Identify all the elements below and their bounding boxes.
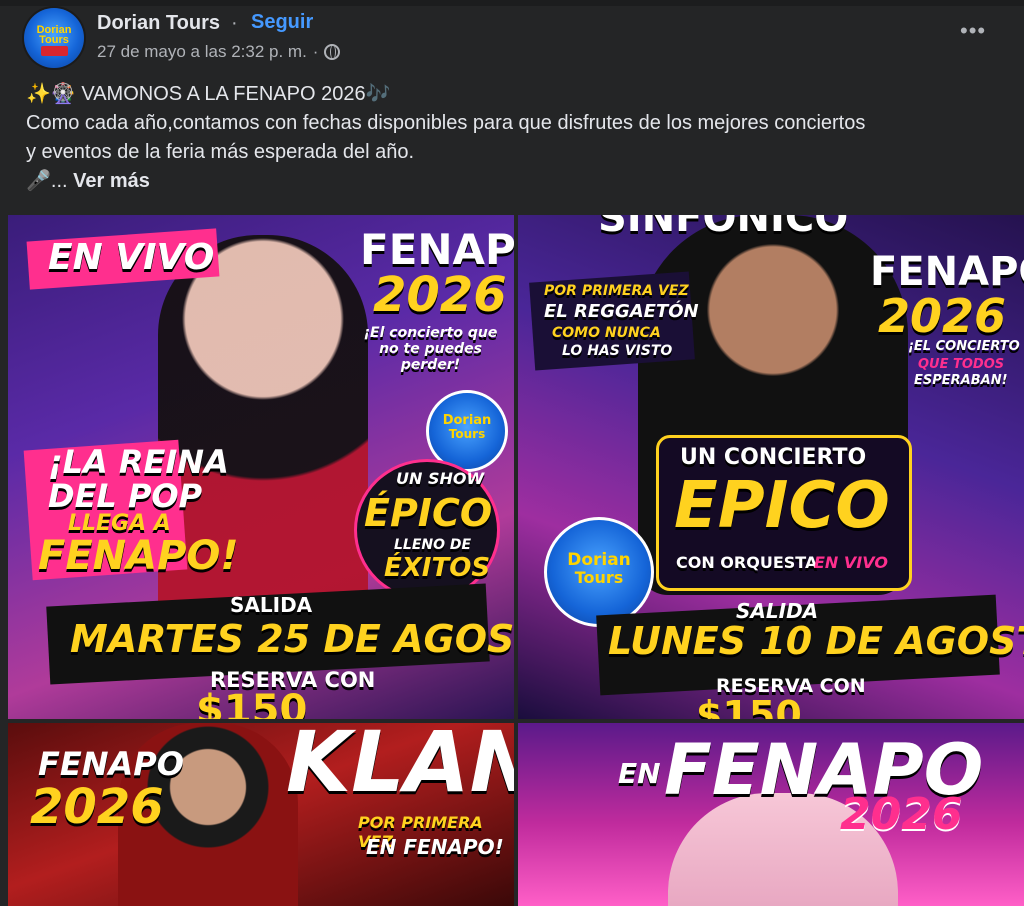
tile2-tagline3: ESPERABAN! xyxy=(914,373,1008,388)
post-meta: 27 de mayo a las 2:32 p. m. · xyxy=(97,42,341,62)
tile1-year: 2026 xyxy=(373,267,507,323)
tile1-headline1: ¡LA REINA xyxy=(48,443,229,481)
tile2-promo4: LO HAS VISTO xyxy=(562,343,673,359)
badge2-line2: Tours xyxy=(574,568,624,587)
tile1-headline2: DEL POP xyxy=(48,477,203,515)
tile1-tagline: ¡El concierto que no te puedes perder! xyxy=(363,325,498,373)
page-avatar[interactable]: Dorian Tours xyxy=(24,8,84,68)
tile1-price: $150 xyxy=(196,687,308,719)
tile2-promo1: POR PRIMERA VEZ xyxy=(544,283,689,299)
tile2-box4: EN VIVO xyxy=(814,553,888,572)
badge2-line1: Dorian xyxy=(567,550,631,570)
follow-button[interactable]: Seguir xyxy=(251,11,313,34)
tile2-price: $150 xyxy=(696,693,802,719)
badge1-line2: Tours xyxy=(448,427,486,441)
dorian-badge-2: Dorian Tours xyxy=(544,517,654,627)
post-timestamp[interactable]: 27 de mayo a las 2:32 p. m. xyxy=(97,42,307,62)
tile2-tagline1: ¡EL CONCIERTO xyxy=(908,339,1020,354)
photo-tile-1[interactable]: EN VIVO FENAPO 2026 ¡El concierto que no… xyxy=(8,215,514,719)
tile1-show4: ÉXITOS xyxy=(384,553,491,583)
post-text-line4: 🎤... Ver más xyxy=(26,167,1006,196)
tile1-show1: UN SHOW xyxy=(396,469,485,488)
photo-tile-3[interactable]: FENAPO 2026 KLAN POR PRIMERA VEZ EN FENA… xyxy=(8,723,514,906)
tile2-tagline2: QUE TODOS xyxy=(918,357,1005,372)
tile3-name: KLAN xyxy=(286,723,514,811)
tile2-promo2: EL REGGAETÓN xyxy=(544,301,699,322)
globe-icon[interactable] xyxy=(324,44,341,60)
tile1-tag: EN VIVO xyxy=(48,237,215,278)
tile3-promo2: EN FENAPO! xyxy=(366,835,504,859)
tile3-year: 2026 xyxy=(30,779,164,835)
header-separator: · xyxy=(231,12,238,34)
avatar-logo: Dorian Tours xyxy=(24,25,84,46)
meta-separator: · xyxy=(312,42,319,61)
tile1-departure-label: SALIDA xyxy=(230,593,313,617)
tile2-promo3: COMO NUNCA xyxy=(552,325,661,341)
tile2-top: SINFÓNICO xyxy=(598,215,849,241)
tile2-departure-date: LUNES 10 DE AGOSTO xyxy=(608,619,1024,663)
tile2-box1: UN CONCIERTO xyxy=(680,445,867,470)
post-text-line2: Como cada año,contamos con fechas dispon… xyxy=(26,112,866,134)
photo-tile-4[interactable]: EN FENAPO 2026 xyxy=(518,723,1024,906)
tile1-headline4: FENAPO! xyxy=(38,533,239,579)
tile1-show3: LLENO DE xyxy=(394,537,472,553)
see-more-link[interactable]: Ver más xyxy=(73,170,150,192)
post-text-prefix: 🎤... xyxy=(26,170,74,192)
tile4-year: 2026 xyxy=(840,789,963,840)
photo-tile-2[interactable]: SINFÓNICO FENAPO 2026 ¡EL CONCIERTO QUE … xyxy=(518,215,1024,719)
post-text: ✨🎡 VAMONOS A LA FENAPO 2026🎶 Como cada a… xyxy=(26,80,1006,196)
bus-icon xyxy=(41,46,68,56)
tile3-title: FENAPO xyxy=(38,745,184,783)
avatar-logo-line2: Tours xyxy=(39,34,69,46)
tile1-show2: ÉPICO xyxy=(364,491,493,535)
post-header: Dorian Tours Dorian Tours · Seguir 27 de… xyxy=(0,6,1024,72)
more-options-icon[interactable]: ••• xyxy=(960,18,986,44)
tile2-box3: CON ORQUESTA xyxy=(676,553,818,572)
tile4-prefix: EN xyxy=(618,757,661,790)
tile2-year: 2026 xyxy=(878,289,1007,343)
photo-grid: EN VIVO FENAPO 2026 ¡El concierto que no… xyxy=(8,215,1024,906)
badge1-line1: Dorian xyxy=(442,413,492,428)
page-name-link[interactable]: Dorian Tours xyxy=(97,12,220,35)
post-text-line3: y eventos de la feria más esperada del a… xyxy=(26,141,415,163)
tile2-box2: EPICO xyxy=(674,469,890,543)
post-text-line1: ✨🎡 VAMONOS A LA FENAPO 2026🎶 xyxy=(26,83,391,105)
tile1-departure-date: MARTES 25 DE AGOSTO xyxy=(70,617,514,661)
